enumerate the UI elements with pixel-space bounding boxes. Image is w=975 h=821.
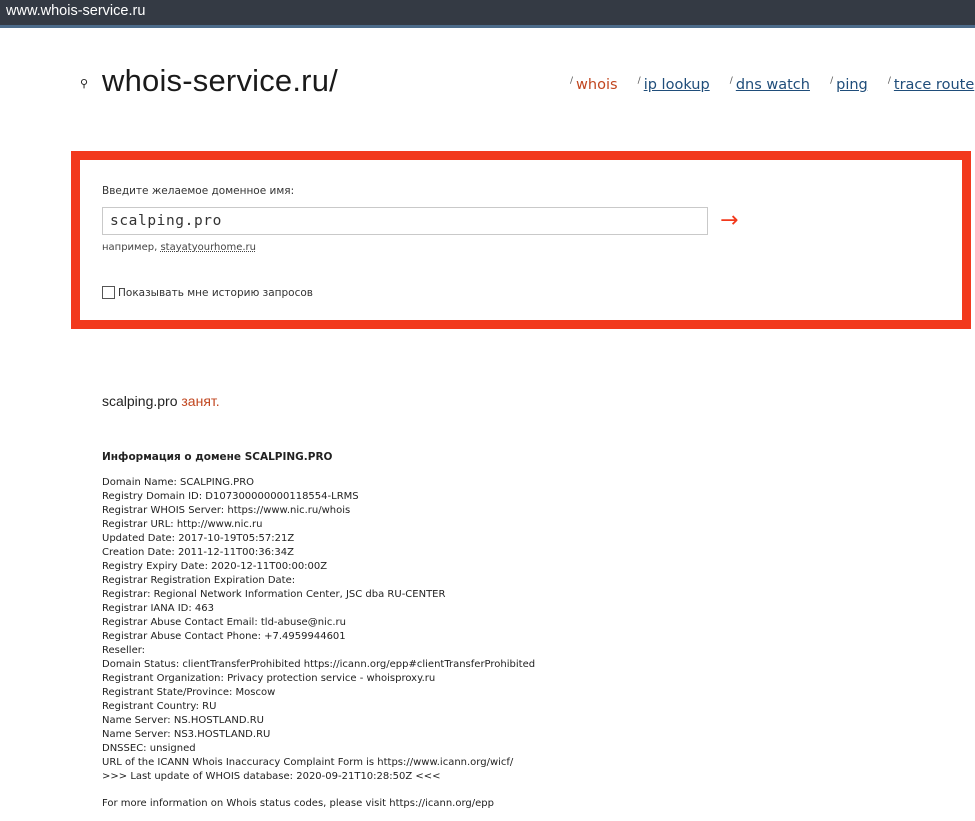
whois-line: Reseller: bbox=[102, 645, 146, 656]
magnifier-icon: ⚲ bbox=[80, 77, 89, 90]
whois-line: Registry Domain ID: D107300000000118554-… bbox=[102, 491, 359, 502]
logo-text: whois-service.ru/ bbox=[102, 63, 338, 98]
nav-link-whois[interactable]: whois bbox=[576, 77, 618, 93]
history-label: Показывать мне историю запросов bbox=[118, 286, 313, 299]
whois-line: Name Server: NS.HOSTLAND.RU bbox=[102, 715, 264, 726]
nav-item-ping[interactable]: / ping bbox=[830, 76, 868, 93]
whois-line: Name Server: NS3.HOSTLAND.RU bbox=[102, 729, 271, 740]
history-checkbox[interactable] bbox=[102, 286, 115, 299]
whois-line: Registrar IANA ID: 463 bbox=[102, 603, 215, 614]
submit-arrow-icon[interactable]: → bbox=[720, 207, 738, 235]
whois-line: Updated Date: 2017-10-19T05:57:21Z bbox=[102, 533, 295, 544]
whois-line: Registrar Abuse Contact Email: tld-abuse… bbox=[102, 617, 346, 628]
example-prefix: например, bbox=[102, 242, 158, 253]
domain-input[interactable] bbox=[102, 207, 708, 235]
nav-link-ping[interactable]: ping bbox=[836, 77, 868, 93]
whois-line: Domain Status: clientTransferProhibited … bbox=[102, 659, 536, 670]
search-example: например, stayatyourhome.ru bbox=[102, 242, 256, 253]
whois-line: Registrar URL: http://www.nic.ru bbox=[102, 519, 263, 530]
whois-line: Registrar WHOIS Server: https://www.nic.… bbox=[102, 505, 351, 516]
whois-line: Registrant State/Province: Moscow bbox=[102, 687, 276, 698]
nav-item-whois[interactable]: / whois bbox=[570, 76, 618, 93]
nav-item-trace-route[interactable]: / trace route bbox=[888, 76, 974, 93]
whois-line: DNSSEC: unsigned bbox=[102, 743, 196, 754]
whois-footer-note: For more information on Whois status cod… bbox=[102, 798, 494, 809]
whois-line: Registrar Registration Expiration Date: bbox=[102, 575, 296, 586]
address-url[interactable]: www.whois-service.ru bbox=[6, 3, 145, 19]
whois-line: Domain Name: SCALPING.PRO bbox=[102, 477, 255, 488]
main-nav: / whois / ip lookup / dns watch / ping / trac… bbox=[570, 74, 975, 93]
nav-item-dns-watch[interactable]: / dns watch bbox=[730, 76, 810, 93]
info-heading: Информация о домене SCALPING.PRO bbox=[102, 451, 333, 463]
whois-line: >>> Last update of WHOIS database: 2020-… bbox=[102, 771, 441, 782]
whois-line: Registry Expiry Date: 2020-12-11T00:00:0… bbox=[102, 561, 328, 572]
nav-link-ip-lookup[interactable]: ip lookup bbox=[644, 77, 710, 93]
whois-line: Registrant Organization: Privacy protect… bbox=[102, 673, 436, 684]
domain-search-form: Введите желаемое доменное имя: → наприме… bbox=[71, 151, 971, 329]
status-badge: занят. bbox=[181, 393, 220, 409]
history-toggle[interactable]: Показывать мне историю запросов bbox=[102, 286, 313, 299]
whois-line: Creation Date: 2011-12-11T00:36:34Z bbox=[102, 547, 294, 558]
whois-line: Registrar Abuse Contact Phone: +7.495994… bbox=[102, 631, 346, 642]
whois-line: Registrar: Regional Network Information … bbox=[102, 589, 446, 600]
whois-record: Domain Name: SCALPING.PRO Registry Domai… bbox=[102, 476, 535, 784]
domain-status: scalping.pro занят. bbox=[102, 393, 220, 409]
nav-link-trace-route[interactable]: trace route bbox=[894, 77, 974, 93]
example-link[interactable]: stayatyourhome.ru bbox=[160, 242, 256, 253]
nav-item-ip-lookup[interactable]: / ip lookup bbox=[638, 76, 710, 93]
whois-line: URL of the ICANN Whois Inaccuracy Compla… bbox=[102, 757, 514, 768]
status-domain: scalping.pro bbox=[102, 393, 178, 409]
search-prompt: Введите желаемое доменное имя: bbox=[102, 185, 295, 197]
whois-line: Registrant Country: RU bbox=[102, 701, 217, 712]
browser-address-bar[interactable]: www.whois-service.ru bbox=[0, 0, 975, 28]
nav-link-dns-watch[interactable]: dns watch bbox=[736, 77, 810, 93]
